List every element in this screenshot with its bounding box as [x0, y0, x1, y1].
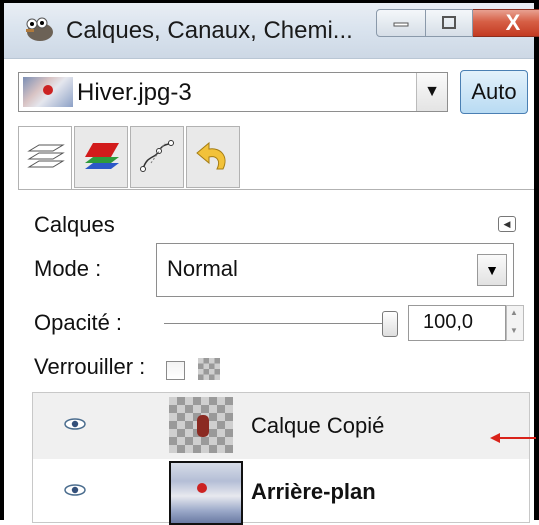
window-controls: X [376, 9, 539, 37]
undo-history-icon [196, 141, 226, 170]
panel-title: Calques [34, 212, 115, 237]
image-selector-value: Hiver.jpg-3 [77, 79, 192, 106]
annotation-arrow-icon [490, 433, 536, 443]
lock-label: Verrouiller : [34, 354, 146, 379]
lock-pixels-checkbox[interactable] [166, 361, 185, 380]
layer-row[interactable]: Arrière-plan [33, 459, 529, 525]
layer-name[interactable]: Arrière-plan [251, 479, 376, 505]
title-bar[interactable]: Calques, Canaux, Chemi... X [4, 3, 539, 59]
chevron-up-icon: ▲ [510, 308, 518, 317]
layer-thumbnail [169, 461, 243, 525]
layer-row[interactable]: Calque Copié [33, 393, 529, 459]
layers-dialog: Calques ◀ Mode : Normal ▼ Opacité : 100,… [18, 189, 534, 525]
opacity-slider-track[interactable] [164, 323, 394, 324]
opacity-input[interactable]: 100,0 [408, 305, 506, 341]
triangle-left-icon: ◀ [503, 218, 511, 229]
layer-name[interactable]: Calque Copié [251, 413, 384, 439]
mode-value: Normal [167, 256, 238, 281]
window-title: Calques, Canaux, Chemi... [66, 17, 353, 44]
chevron-down-icon: ▼ [510, 326, 518, 335]
border-left [0, 0, 4, 520]
opacity-slider-handle[interactable] [382, 311, 398, 337]
minimize-icon [393, 22, 409, 27]
channels-icon [85, 143, 119, 169]
mode-dropdown-button[interactable]: ▼ [477, 254, 507, 286]
close-button[interactable]: X [473, 9, 539, 37]
chevron-down-icon: ▼ [424, 83, 440, 100]
mode-select[interactable]: Normal ▼ [156, 243, 514, 297]
mode-label: Mode : [34, 256, 102, 281]
lock-alpha-icon[interactable] [198, 358, 220, 380]
tab-layers[interactable] [18, 126, 72, 191]
tab-channels[interactable] [74, 126, 128, 188]
opacity-value: 100,0 [423, 311, 474, 333]
eye-icon[interactable] [63, 483, 87, 497]
maximize-icon [442, 16, 456, 29]
image-selector-dropdown-button[interactable]: ▼ [416, 73, 447, 111]
layers-list: Calque Copié Arrière-plan [32, 392, 530, 525]
tab-paths[interactable] [130, 126, 184, 188]
image-selector[interactable]: Hiver.jpg-3 ▼ [18, 72, 448, 112]
opacity-label: Opacité : [34, 310, 123, 335]
opacity-stepper[interactable]: ▲ ▼ [506, 305, 524, 341]
chevron-down-icon: ▼ [485, 262, 499, 278]
layer-thumbnail [169, 397, 233, 453]
maximize-button[interactable] [426, 9, 473, 37]
panel-menu-button[interactable]: ◀ [498, 216, 516, 232]
minimize-button[interactable] [376, 9, 426, 37]
paths-icon [140, 140, 174, 172]
tab-undo-history[interactable] [186, 126, 240, 188]
close-icon: X [505, 10, 521, 35]
eye-icon[interactable] [63, 417, 87, 431]
dock-window: Calques, Canaux, Chemi... X Hiver.jpg-3 … [0, 0, 539, 525]
auto-button[interactable]: Auto [460, 70, 528, 114]
image-thumbnail [23, 77, 73, 107]
gimp-app-icon [26, 17, 53, 41]
layers-icon [27, 144, 65, 168]
